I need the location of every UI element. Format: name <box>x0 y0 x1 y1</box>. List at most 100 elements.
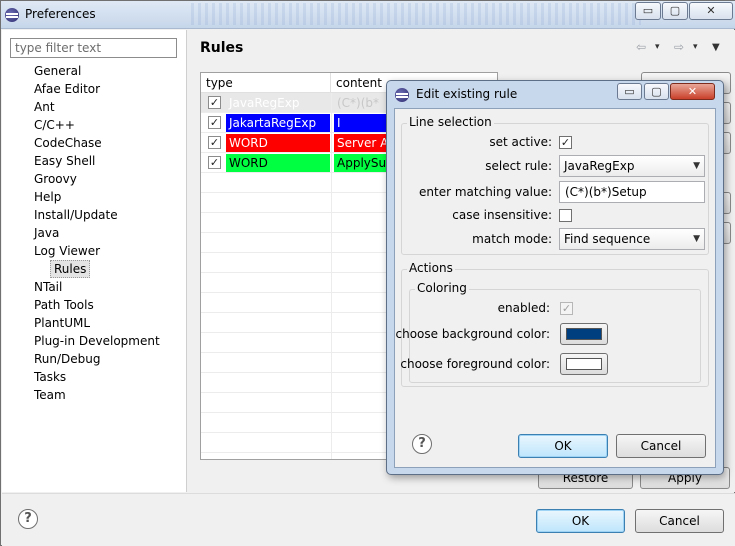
page-navigation: ⇦ ▾ ⇨ ▾ ▼ <box>636 40 731 56</box>
tree-item-rules[interactable]: Rules <box>50 260 91 278</box>
dialog-cancel-button[interactable]: Cancel <box>616 434 706 458</box>
match-mode-label: match mode: <box>472 232 552 246</box>
matching-value-label: enter matching value: <box>419 185 552 199</box>
coloring-label: Coloring <box>415 281 469 295</box>
tree-item-java[interactable]: Java <box>34 224 59 242</box>
dialog-title: Edit existing rule <box>416 87 518 101</box>
row-active-checkbox[interactable]: ✓ <box>208 156 221 169</box>
row-active-checkbox[interactable]: ✓ <box>208 96 221 109</box>
column-separator <box>331 333 332 353</box>
tree-item-install-update[interactable]: Install/Update <box>34 206 118 224</box>
column-separator <box>331 413 332 433</box>
tree-item-plantuml[interactable]: PlantUML <box>34 314 90 332</box>
set-active-checkbox[interactable]: ✓ <box>559 136 572 149</box>
tree-item-tasks[interactable]: Tasks <box>34 368 66 386</box>
tree-item-groovy[interactable]: Groovy <box>34 170 77 188</box>
dialog-ok-button[interactable]: OK <box>518 434 608 458</box>
case-insensitive-checkbox[interactable] <box>559 209 572 222</box>
column-separator <box>331 393 332 413</box>
chevron-down-icon: ▼ <box>693 161 700 171</box>
close-button[interactable]: ✕ <box>689 2 733 20</box>
cell-type: WORD <box>226 134 330 152</box>
maximize-button[interactable]: ▢ <box>662 2 688 20</box>
tree-item-c-c-[interactable]: C/C++ <box>34 116 75 134</box>
tree-item-team[interactable]: Team <box>34 386 66 404</box>
row-active-checkbox[interactable]: ✓ <box>208 116 221 129</box>
foreground-color-swatch <box>566 358 602 370</box>
dialog-maximize-button[interactable]: ▢ <box>644 83 669 100</box>
select-rule-dropdown[interactable]: JavaRegExp ▼ <box>559 155 705 177</box>
tree-item-path-tools[interactable]: Path Tools <box>34 296 94 314</box>
tree-item-log-viewer[interactable]: Log Viewer <box>34 242 100 260</box>
preference-tree-panel: GeneralAfae EditorAntC/C++CodeChaseEasy … <box>2 30 187 492</box>
help-icon[interactable]: ? <box>412 434 432 454</box>
column-separator <box>331 293 332 313</box>
dialog-titlebar: Edit existing rule ▭ ▢ ✕ <box>387 81 723 107</box>
tree-item-afae-editor[interactable]: Afae Editor <box>34 80 100 98</box>
match-mode-dropdown[interactable]: Find sequence ▼ <box>559 228 705 250</box>
column-separator <box>331 253 332 273</box>
set-active-label: set active: <box>489 135 552 149</box>
filter-input[interactable] <box>10 38 177 58</box>
tree-item-plug-in-development[interactable]: Plug-in Development <box>34 332 160 350</box>
background-color-label: choose background color: <box>395 327 550 341</box>
column-separator <box>331 433 332 453</box>
matching-value-input[interactable] <box>559 181 705 203</box>
eclipse-icon <box>395 88 409 102</box>
tree-item-help[interactable]: Help <box>34 188 61 206</box>
case-insensitive-label: case insensitive: <box>452 208 552 222</box>
column-header-type[interactable]: type <box>201 73 331 93</box>
back-arrow-icon[interactable]: ⇦ <box>636 40 646 54</box>
column-separator <box>331 233 332 253</box>
column-separator <box>331 193 332 213</box>
titlebar-background-bleed <box>191 3 641 25</box>
actions-label: Actions <box>407 261 455 275</box>
help-icon[interactable]: ? <box>18 509 38 529</box>
match-mode-value: Find sequence <box>564 232 651 246</box>
tree-item-codechase[interactable]: CodeChase <box>34 134 102 152</box>
dialog-minimize-button[interactable]: ▭ <box>617 83 642 100</box>
dialog-close-button[interactable]: ✕ <box>670 83 715 100</box>
background-color-swatch <box>566 328 602 340</box>
eclipse-icon <box>5 8 19 22</box>
column-separator <box>331 173 332 193</box>
column-separator <box>331 153 332 173</box>
page-title: Rules <box>200 40 244 56</box>
tree-item-general[interactable]: General <box>34 62 81 80</box>
ok-button[interactable]: OK <box>536 509 625 533</box>
foreground-color-button[interactable] <box>560 353 608 375</box>
tree-item-ntail[interactable]: NTail <box>34 278 62 296</box>
back-menu-icon[interactable]: ▾ <box>655 42 660 52</box>
tree-item-ant[interactable]: Ant <box>34 98 55 116</box>
dialog-body: Line selection set active: ✓ select rule… <box>394 108 716 468</box>
column-separator <box>331 93 332 113</box>
forward-menu-icon[interactable]: ▾ <box>693 42 698 52</box>
column-separator <box>331 133 332 153</box>
tree-item-easy-shell[interactable]: Easy Shell <box>34 152 95 170</box>
view-menu-icon[interactable]: ▼ <box>712 42 720 53</box>
column-separator <box>331 273 332 293</box>
forward-arrow-icon[interactable]: ⇨ <box>674 40 684 54</box>
column-separator <box>331 373 332 393</box>
minimize-button[interactable]: ▭ <box>635 2 661 20</box>
row-active-checkbox[interactable]: ✓ <box>208 136 221 149</box>
tree-item-run-debug[interactable]: Run/Debug <box>34 350 101 368</box>
window-title: Preferences <box>25 7 96 21</box>
enabled-checkbox: ✓ <box>560 302 573 315</box>
column-separator <box>331 353 332 373</box>
chevron-down-icon: ▼ <box>693 234 700 244</box>
edit-rule-dialog: Edit existing rule ▭ ▢ ✕ Line selection … <box>386 80 724 475</box>
bottom-button-bar: ? OK Cancel <box>2 493 735 546</box>
column-separator <box>331 453 332 459</box>
select-rule-value: JavaRegExp <box>564 159 635 173</box>
cell-type: JakartaRegExp <box>226 114 330 132</box>
foreground-color-label: choose foreground color: <box>400 357 550 371</box>
cancel-button[interactable]: Cancel <box>635 509 724 533</box>
background-color-button[interactable] <box>560 323 608 345</box>
column-separator <box>331 313 332 333</box>
window-titlebar: Preferences ▭ ▢ ✕ <box>1 1 735 29</box>
cell-type: WORD <box>226 154 330 172</box>
select-rule-label: select rule: <box>485 159 552 173</box>
line-selection-label: Line selection <box>407 115 494 129</box>
column-separator <box>331 113 332 133</box>
